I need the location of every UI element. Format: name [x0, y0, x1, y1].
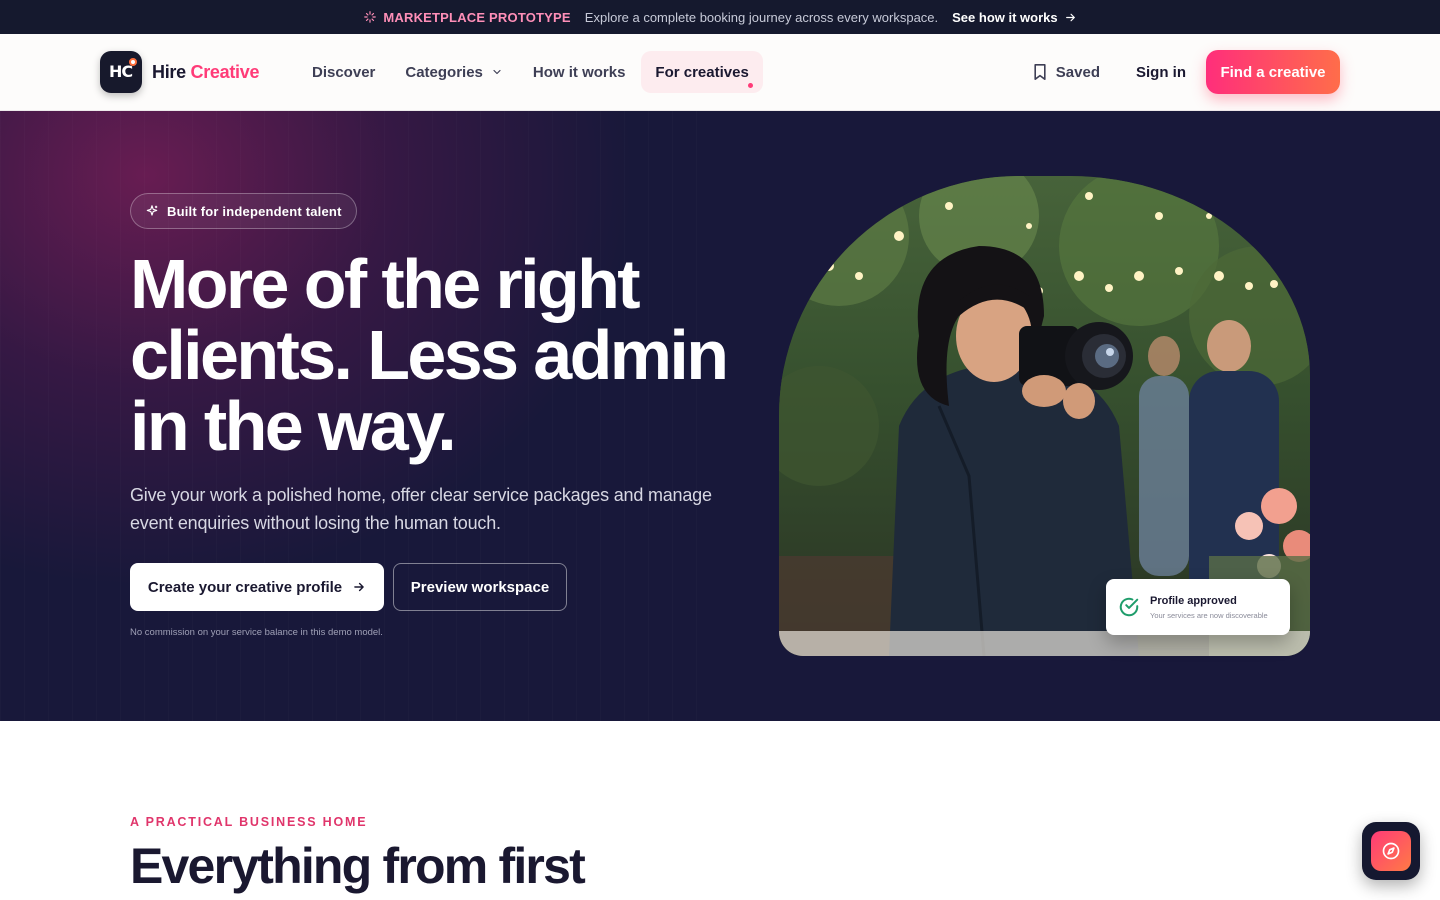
create-profile-button[interactable]: Create your creative profile	[130, 563, 384, 611]
announcement-bar: MARKETPLACE PROTOTYPE Explore a complete…	[0, 0, 1440, 34]
logo-link[interactable]: HC Hire Creative	[100, 51, 259, 93]
sparkle-icon	[146, 205, 158, 216]
brand-name-primary: Hire	[152, 61, 186, 82]
see-how-it-works-link[interactable]: See how it works	[952, 10, 1076, 25]
site-header: HC Hire Creative Discover Categories How…	[0, 34, 1440, 111]
nav-item-categories[interactable]: Categories	[391, 51, 517, 93]
hero-note: No commission on your service balance in…	[130, 627, 383, 638]
nav-item-discover[interactable]: Discover	[298, 51, 389, 93]
hero-pill: Built for independent talent	[130, 193, 357, 229]
section-title: Everything from first	[130, 838, 586, 894]
nav-item-for-creatives[interactable]: For creatives	[641, 51, 763, 93]
brand-name-accent: Creative	[190, 61, 260, 82]
preview-workspace-button[interactable]: Preview workspace	[393, 563, 567, 611]
explore-fab-button[interactable]	[1362, 822, 1420, 880]
create-profile-label: Create your creative profile	[147, 578, 343, 596]
nav-item-label: Categories	[405, 63, 483, 81]
compass-icon	[1382, 842, 1400, 860]
see-how-it-works-label: See how it works	[952, 9, 1058, 25]
arrow-right-icon	[1065, 13, 1075, 21]
nav-item-how-it-works[interactable]: How it works	[519, 51, 640, 93]
toast-title: Profile approved	[1150, 594, 1237, 607]
nav-item-label: How it works	[532, 63, 626, 81]
sparkle-icon	[364, 11, 377, 23]
hero-pill-label: Built for independent talent	[167, 203, 342, 219]
saved-button[interactable]: Saved	[1032, 63, 1100, 81]
hero-section: Built for independent talent More of the…	[0, 111, 1440, 721]
logo-dot	[129, 58, 137, 66]
bookmark-icon	[1034, 64, 1046, 80]
hero-subcopy: Give your work a polished home, offer cl…	[130, 485, 712, 533]
header-actions: Saved Sign in Find a creative	[1032, 50, 1340, 94]
announcement-tag-label: MARKETPLACE PROTOTYPE	[383, 9, 571, 25]
check-circle-icon	[1119, 597, 1139, 617]
active-indicator	[748, 83, 754, 88]
find-a-creative-button[interactable]: Find a creative	[1206, 50, 1340, 94]
fab-inner	[1371, 831, 1411, 871]
saved-label: Saved	[1055, 63, 1100, 81]
profile-approved-toast: Profile approved Your services are now d…	[1106, 579, 1290, 635]
section-eyebrow: A PRACTICAL BUSINESS HOME	[130, 815, 368, 829]
main-nav: Discover Categories How it works For cre…	[298, 51, 765, 93]
toast-subtitle: Your services are now discoverable	[1150, 610, 1268, 620]
arrow-right-icon	[354, 582, 364, 592]
announcement-message: Explore a complete booking journey acros…	[584, 9, 939, 25]
brand-name: Hire Creative	[152, 62, 259, 83]
hero-headline: More of the right clients. Less admin in…	[130, 245, 729, 465]
announcement-tag: MARKETPLACE PROTOTYPE	[363, 9, 571, 25]
nav-item-label: Discover	[312, 63, 376, 81]
nav-item-label: For creatives	[655, 63, 749, 81]
sign-in-link[interactable]: Sign in	[1136, 64, 1186, 81]
logo-mark: HC	[100, 51, 142, 93]
logo-mark-text: HC	[109, 62, 133, 81]
chevron-down-icon	[493, 69, 501, 75]
